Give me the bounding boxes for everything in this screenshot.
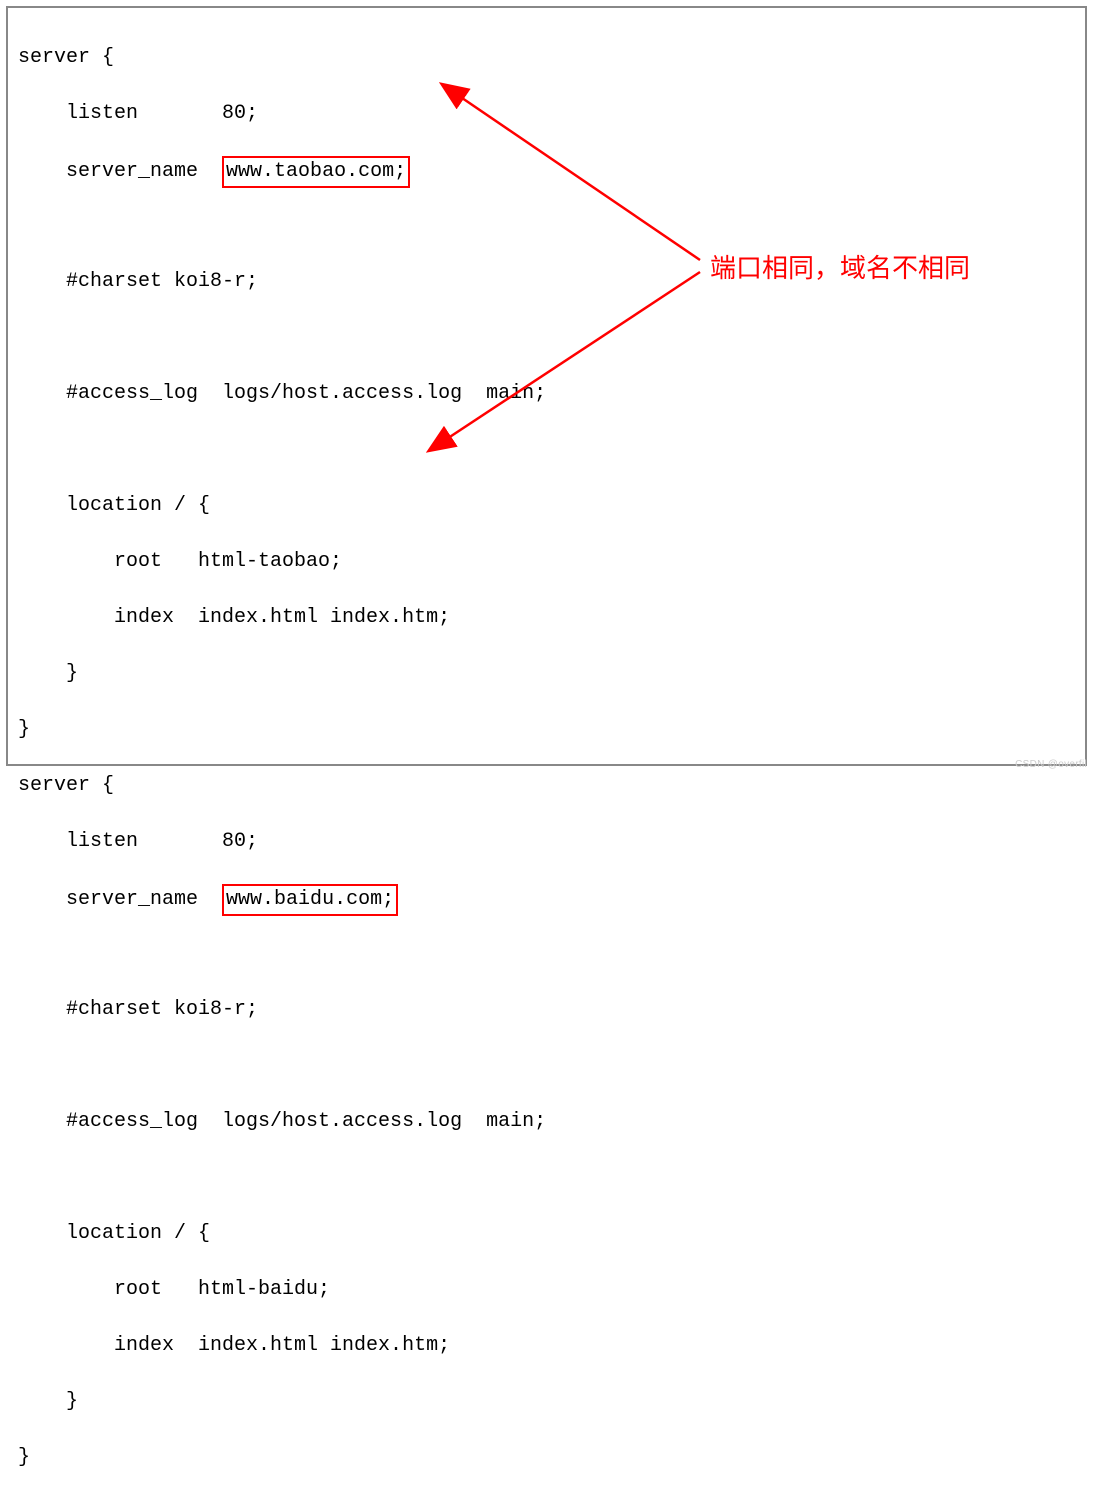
code-line: #access_log logs/host.access.log main;	[18, 380, 1075, 408]
code-line: }	[18, 716, 1075, 744]
code-line: server_name www.taobao.com;	[18, 156, 1075, 184]
code-text: server_name	[18, 160, 222, 183]
code-line: location / {	[18, 1220, 1075, 1248]
code-block: server { listen 80; server_name www.taob…	[6, 6, 1087, 766]
code-line: index index.html index.htm;	[18, 604, 1075, 632]
code-line: root html-baidu;	[18, 1276, 1075, 1304]
code-line: server_name www.baidu.com;	[18, 884, 1075, 912]
code-line: index index.html index.htm;	[18, 1332, 1075, 1360]
code-line: }	[18, 1388, 1075, 1416]
code-line: }	[18, 660, 1075, 688]
code-line	[18, 940, 1075, 968]
code-line	[18, 1052, 1075, 1080]
highlight-server-name-2: www.baidu.com;	[222, 884, 398, 916]
code-line: listen 80;	[18, 100, 1075, 128]
code-line: }	[18, 1444, 1075, 1472]
code-line: #charset koi8-r;	[18, 996, 1075, 1024]
annotation-label: 端口相同，域名不相同	[710, 248, 970, 285]
code-line	[18, 1164, 1075, 1192]
code-line: #access_log logs/host.access.log main;	[18, 1108, 1075, 1136]
code-line: location / {	[18, 492, 1075, 520]
watermark: CSDN @overfil	[1015, 759, 1087, 770]
code-line: root html-taobao;	[18, 548, 1075, 576]
code-text: server_name	[18, 888, 222, 911]
code-line	[18, 324, 1075, 352]
highlight-server-name-1: www.taobao.com;	[222, 156, 410, 188]
code-line	[18, 436, 1075, 464]
code-line	[18, 212, 1075, 240]
code-line: server {	[18, 44, 1075, 72]
code-line: server {	[18, 772, 1075, 800]
code-line: listen 80;	[18, 828, 1075, 856]
